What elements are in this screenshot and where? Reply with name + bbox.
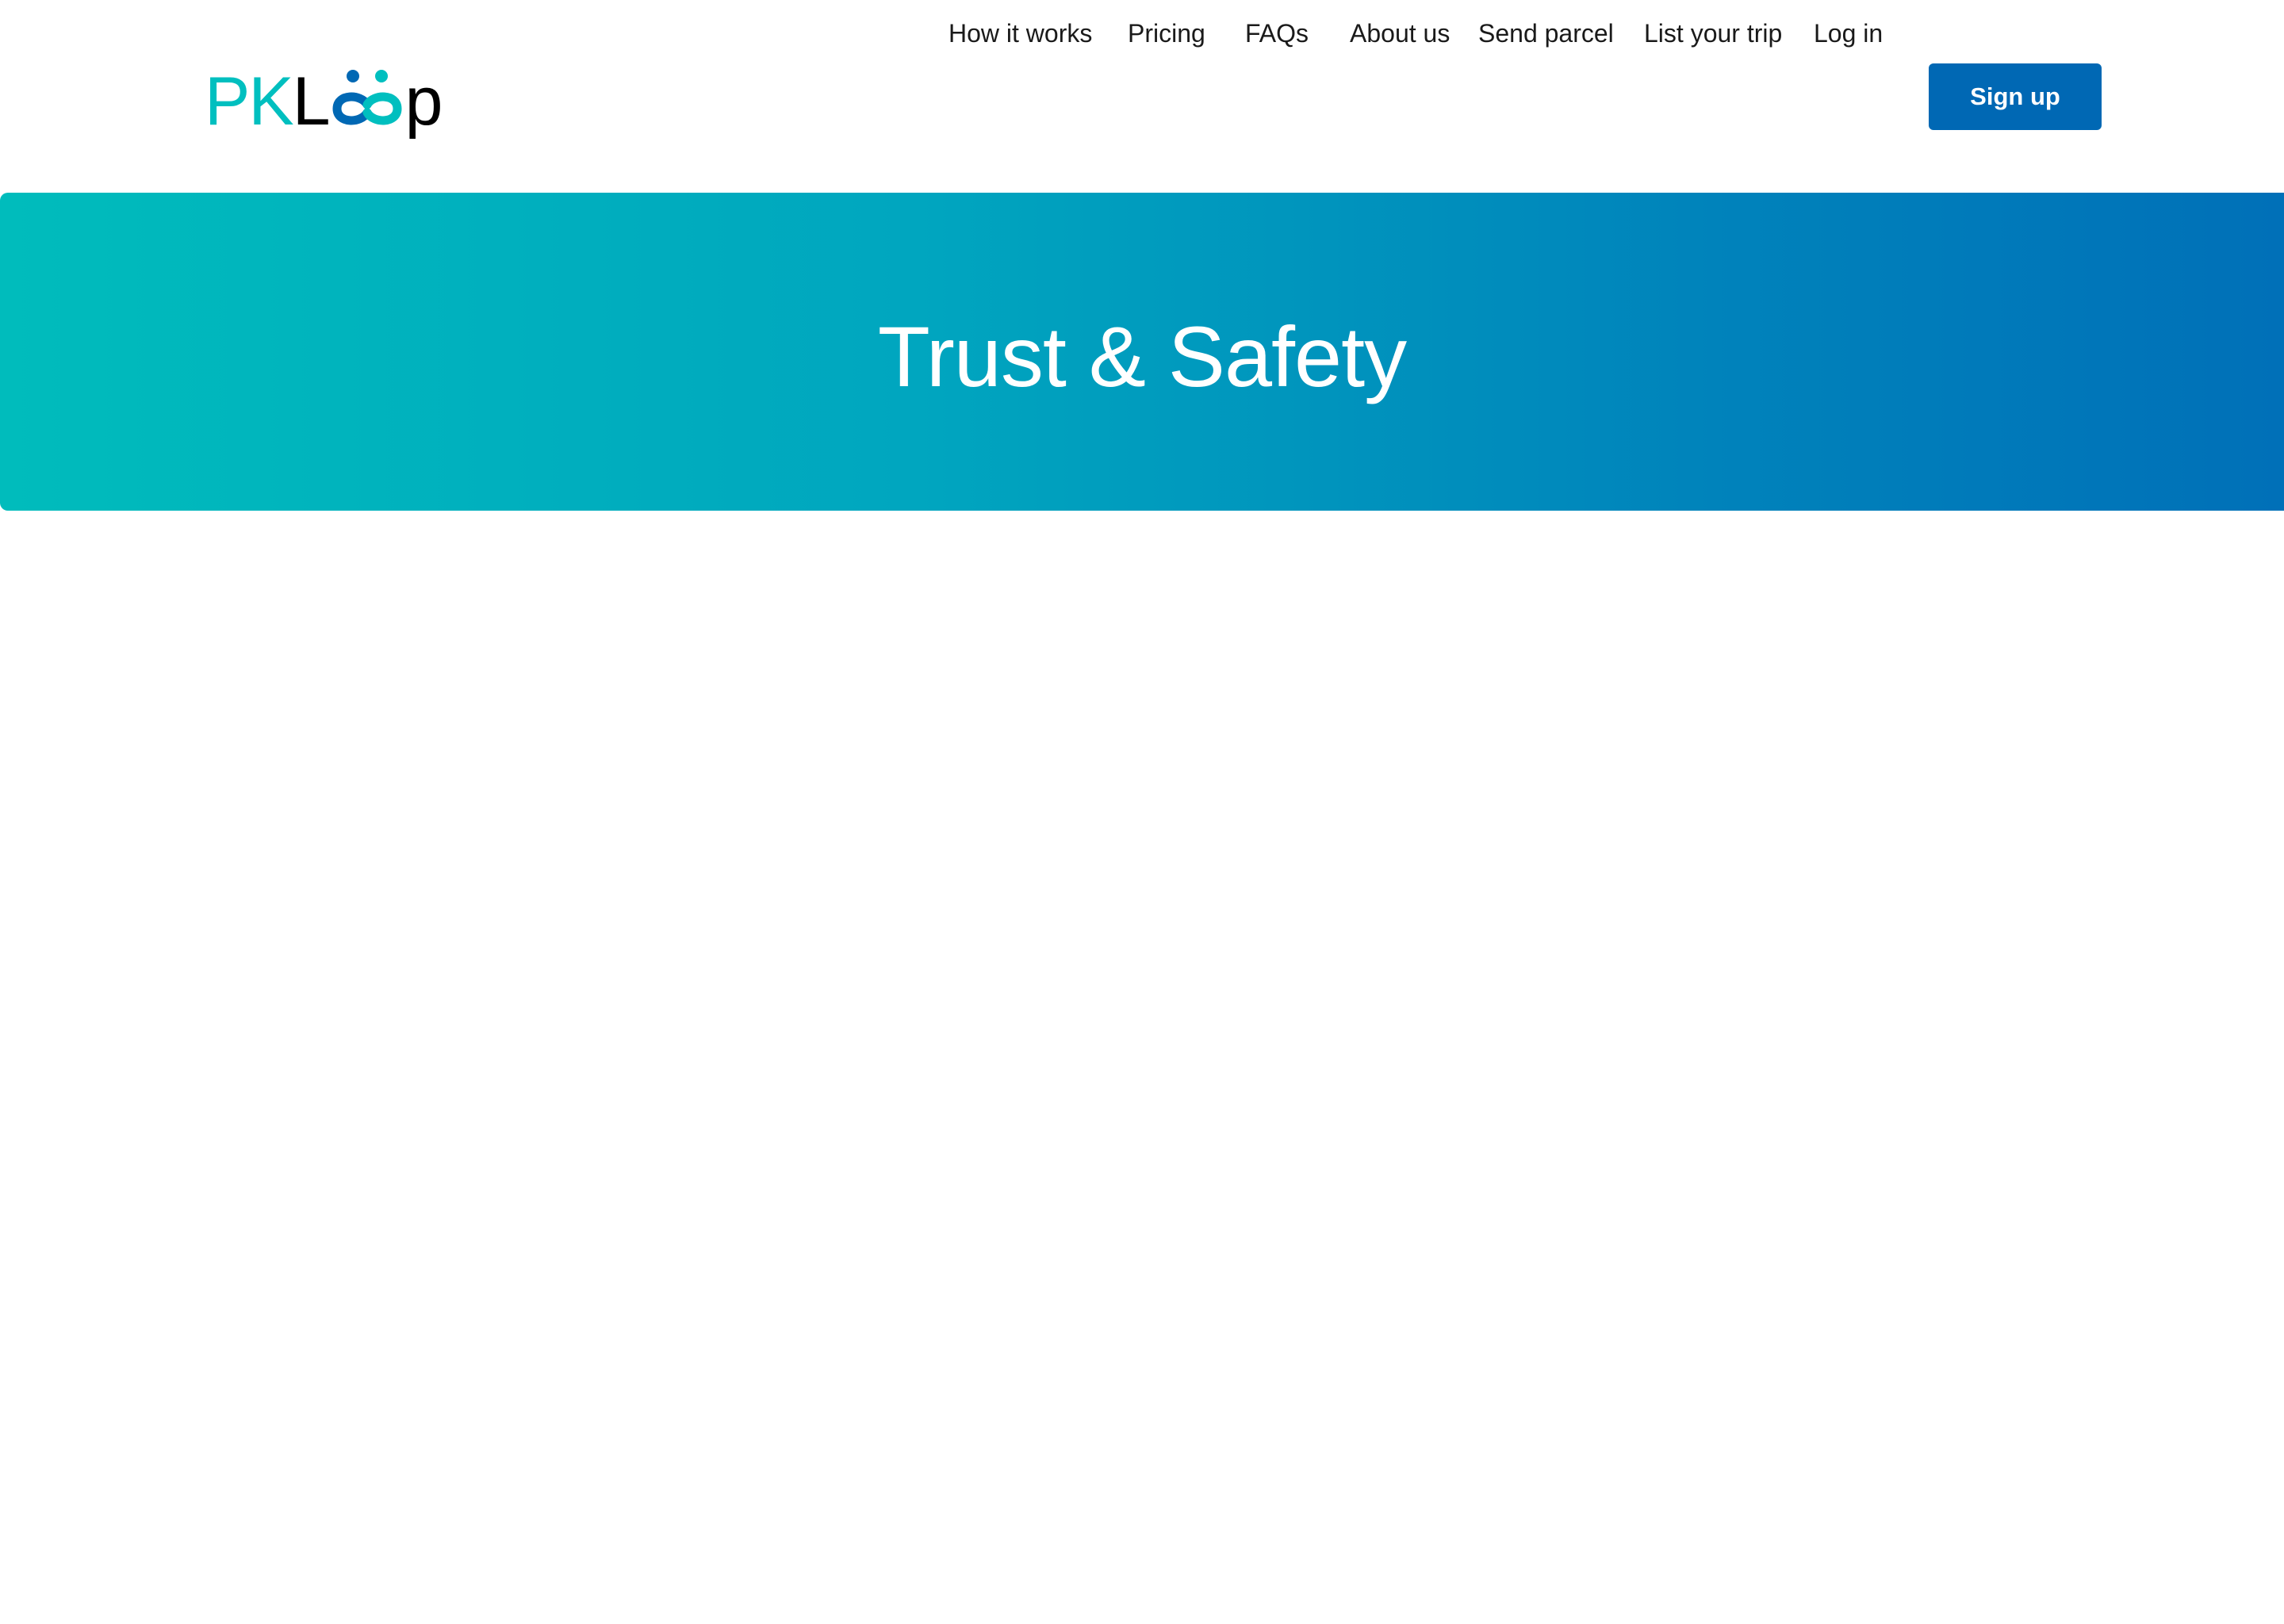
page-title: Trust & Safety bbox=[877, 308, 1407, 404]
logo-text-l: L bbox=[292, 63, 331, 140]
nav-faqs[interactable]: FAQs bbox=[1245, 0, 1309, 67]
nav-log-in[interactable]: Log in bbox=[1814, 0, 1883, 67]
site-header: PK L p How it works Pricing FAQs About u… bbox=[0, 0, 2284, 193]
logo-text-pk: PK bbox=[205, 63, 294, 140]
nav-about-us[interactable]: About us bbox=[1350, 0, 1450, 67]
nav-list-your-trip[interactable]: List your trip bbox=[1644, 0, 1782, 67]
nav-pricing[interactable]: Pricing bbox=[1128, 0, 1205, 67]
nav-how-it-works[interactable]: How it works bbox=[948, 0, 1092, 67]
hero-banner: Trust & Safety bbox=[0, 193, 2284, 511]
pkloop-logo[interactable]: PK L p bbox=[205, 63, 443, 140]
logo-text-p: p bbox=[404, 63, 443, 140]
nav-send-parcel[interactable]: Send parcel bbox=[1478, 0, 1614, 67]
loop-people-icon bbox=[332, 70, 402, 125]
sign-up-button[interactable]: Sign up bbox=[1929, 63, 2102, 130]
